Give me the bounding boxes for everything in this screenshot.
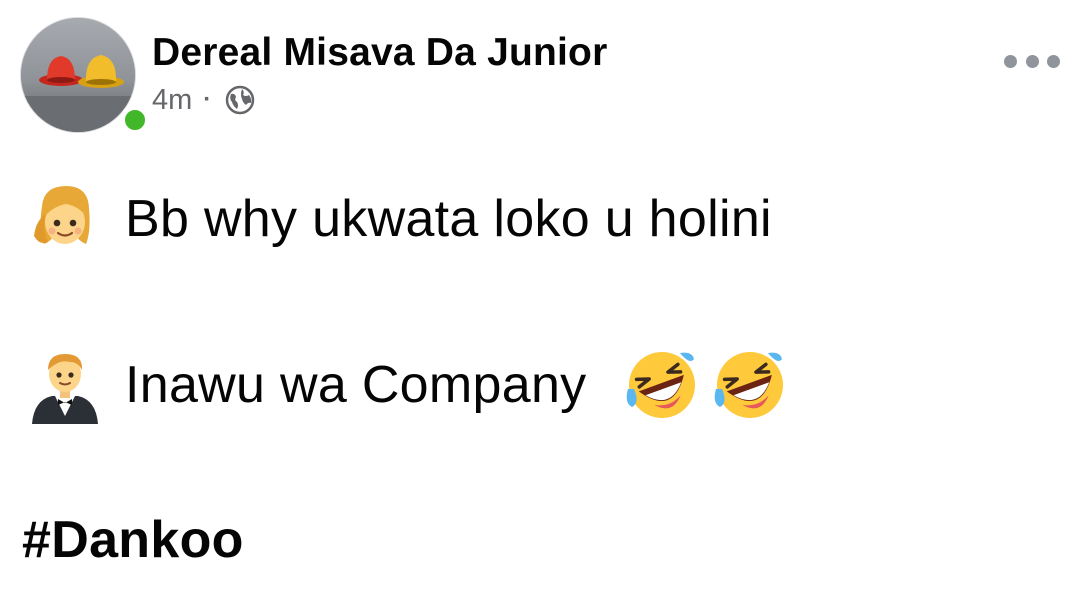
online-status-dot: [120, 105, 150, 135]
post-meta: 4m ·: [152, 82, 256, 118]
woman-emoji: [26, 180, 104, 258]
avatar-image: [20, 17, 136, 133]
more-options-icon[interactable]: [1004, 50, 1060, 72]
post-line-1: Bb why ukwata loko u holini: [26, 176, 772, 262]
line-2-text: Inawu wa Company: [125, 356, 587, 414]
laugh-emoji-group: [622, 345, 790, 425]
hashtag-link[interactable]: #Dankoo: [22, 508, 244, 572]
author-name[interactable]: Dereal Misava Da Junior: [152, 30, 607, 76]
line-1-text: Bb why ukwata loko u holini: [125, 190, 772, 248]
rolling-on-the-floor-laughing-emoji: [715, 352, 784, 418]
facebook-post: Dereal Misava Da Junior 4m · Bb why ukwa…: [0, 0, 1080, 612]
post-line-2: Inawu wa Company: [26, 342, 790, 428]
rolling-on-the-floor-laughing-emoji: [627, 352, 696, 418]
author-avatar[interactable]: [20, 17, 150, 135]
globe-icon[interactable]: [224, 84, 256, 116]
meta-separator: ·: [203, 86, 212, 113]
man-in-tuxedo-emoji: [26, 346, 104, 424]
post-time[interactable]: 4m: [152, 84, 192, 117]
